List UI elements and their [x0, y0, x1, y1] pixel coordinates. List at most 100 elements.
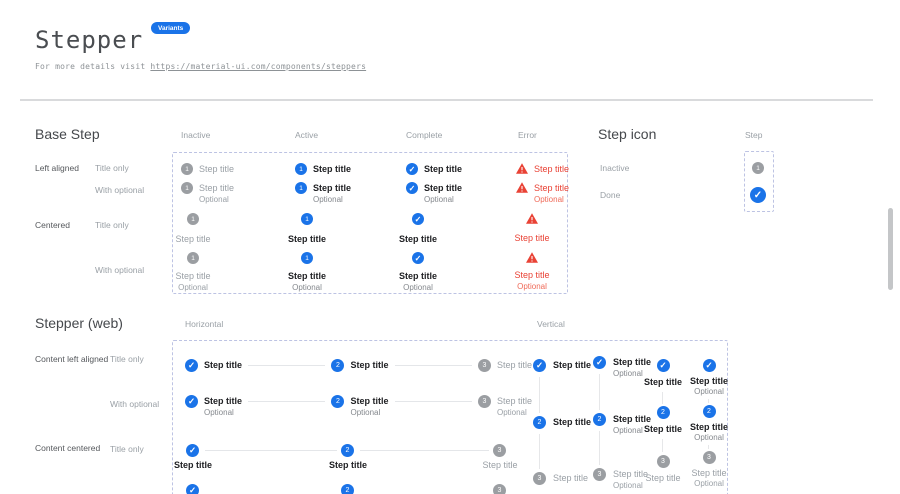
- optional-label: Optional: [517, 282, 547, 291]
- step-title: Step title: [313, 182, 351, 194]
- scrollbar-thumb[interactable]: [888, 208, 893, 290]
- step-cell-complete: Step title: [406, 163, 462, 175]
- step-title: Step title: [514, 232, 549, 244]
- step-text: Step titleOptional: [204, 395, 242, 417]
- step-title: Step title: [553, 359, 591, 371]
- optional-label: Optional: [350, 408, 388, 417]
- step-title: Step title: [163, 459, 223, 471]
- step-text: Step titleOptional: [313, 182, 351, 204]
- step-number: 1: [185, 185, 189, 192]
- step-title: Step title: [399, 233, 437, 245]
- step-cell-inactive-optional: 1 Step titleOptional: [181, 182, 234, 204]
- step-number: 3: [498, 487, 502, 494]
- step-number-badge: 3: [657, 455, 670, 468]
- step-cell-error: Step title: [516, 163, 569, 175]
- step-number: 2: [538, 419, 542, 426]
- header-divider: [20, 99, 873, 101]
- subtitle: For more details visit https://material-…: [35, 62, 366, 71]
- step-number-badge: 2: [341, 444, 354, 457]
- variant-label-with-optional: With optional: [95, 185, 144, 195]
- step-number: 1: [191, 216, 195, 223]
- step-number: 2: [336, 398, 340, 405]
- vertical-step-centered-optional: Step title Optional: [681, 359, 737, 396]
- step-number-badge: 3: [478, 359, 491, 372]
- check-icon: [412, 213, 424, 225]
- optional-label: Optional: [204, 408, 242, 417]
- step-number-badge: 2: [341, 484, 354, 494]
- optional-label: Optional: [534, 195, 569, 204]
- step-cell-active: 1 Step title: [295, 163, 351, 175]
- step-cell-error-optional: Step titleOptional: [516, 182, 569, 204]
- connector-line: [248, 401, 325, 402]
- step-title: Step title: [175, 270, 210, 282]
- check-icon: [750, 187, 766, 203]
- step-number: 2: [336, 362, 340, 369]
- step-number-badge: 2: [331, 359, 344, 372]
- step-number: 1: [185, 166, 189, 173]
- step-title: Step title: [350, 359, 388, 371]
- step-number-badge: 2: [533, 416, 546, 429]
- step-title: Step title: [553, 416, 591, 428]
- horizontal-stepper-title-only: Step title 2 Step title 3 Step title: [185, 359, 532, 372]
- step-title: Step title: [424, 163, 462, 175]
- page-title: Stepper: [35, 26, 143, 54]
- step-text: Step titleOptional: [534, 182, 569, 204]
- optional-label: Optional: [694, 433, 724, 442]
- section-title-stepper-web: Stepper (web): [35, 315, 123, 331]
- check-icon: [185, 359, 198, 372]
- optional-label: Optional: [292, 283, 322, 292]
- step-cell-complete-optional: Step titleOptional: [406, 182, 462, 204]
- vertical-step-centered-optional: 2 Step title Optional: [681, 405, 737, 442]
- step-number-badge: 1: [295, 182, 307, 194]
- variant-label-title-only: Title only: [95, 163, 129, 173]
- step-number: 3: [598, 471, 602, 478]
- column-header-horizontal: Horizontal: [185, 319, 223, 329]
- optional-label: Optional: [497, 408, 532, 417]
- check-icon: [406, 182, 418, 194]
- error-icon: [516, 182, 528, 193]
- step-number-badge: 3: [593, 468, 606, 481]
- connector-line: [708, 445, 709, 449]
- step-cell-centered-inactive-optional: 1 Step title Optional: [163, 252, 223, 292]
- check-icon: [185, 395, 198, 408]
- check-icon: [406, 163, 418, 175]
- step-cell-centered-error: Step title: [502, 213, 562, 244]
- step-number: 2: [661, 409, 665, 416]
- optional-label: Optional: [424, 195, 462, 204]
- material-ui-link[interactable]: https://material-ui.com/components/stepp…: [150, 62, 366, 71]
- step-cell-centered-error-optional: Step title Optional: [502, 252, 562, 291]
- step-number: 1: [305, 255, 309, 262]
- connector-line: [205, 450, 337, 451]
- step-title: Step title: [644, 423, 682, 435]
- step-cell-centered-inactive: 1 Step title: [163, 213, 223, 245]
- step-text: Step titleOptional: [424, 182, 462, 204]
- step-number-badge: 1: [301, 213, 313, 225]
- row-group-content-centered: Content centered: [35, 443, 100, 453]
- variant-label-with-optional: With optional: [95, 265, 144, 275]
- step-text: Step titleOptional: [350, 395, 388, 417]
- step-number: 1: [191, 255, 195, 262]
- step-number: 1: [756, 165, 760, 172]
- step-title: Step title: [644, 376, 682, 388]
- step-number: 2: [598, 416, 602, 423]
- step-title: Step title: [199, 163, 234, 175]
- step-title: Step title: [288, 270, 326, 282]
- step-number-badge: 3: [478, 395, 491, 408]
- step-title: Step title: [424, 182, 462, 194]
- connector-line: [395, 401, 472, 402]
- step-number: 3: [707, 454, 711, 461]
- step-title: Step title: [497, 359, 532, 371]
- step-cell-centered-complete: Step title: [388, 213, 448, 245]
- stepper-components-page: Stepper Variants For more details visit …: [0, 0, 900, 494]
- check-icon: [593, 356, 606, 369]
- step-number: 3: [538, 475, 542, 482]
- step-number: 1: [299, 185, 303, 192]
- step-number: 1: [299, 166, 303, 173]
- step-icon-row-inactive: Inactive: [600, 163, 629, 173]
- step-title: Step title: [690, 421, 728, 433]
- step-number-badge: 3: [703, 451, 716, 464]
- variant-label-title-only: Title only: [95, 220, 129, 230]
- check-icon: [186, 444, 199, 457]
- connector-line: [248, 365, 325, 366]
- step-cell-inactive: 1 Step title: [181, 163, 234, 175]
